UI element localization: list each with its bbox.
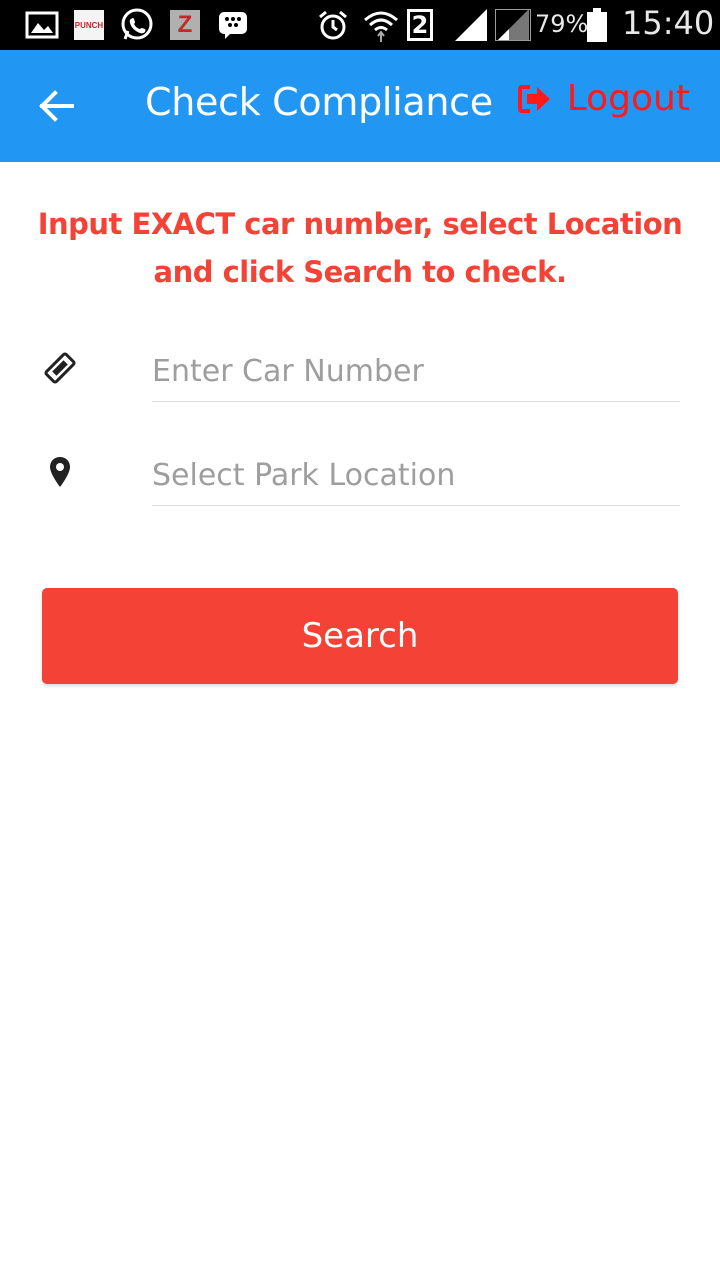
- battery-percent: 79%: [535, 10, 589, 38]
- punch-app-icon: PUNCH: [73, 9, 105, 41]
- gallery-icon: [24, 9, 60, 41]
- alarm-icon: [316, 9, 350, 41]
- ticket-icon: [40, 348, 80, 388]
- z-app-icon: Z: [169, 9, 201, 41]
- sim2-icon: 2: [406, 9, 434, 41]
- signal-icon: [452, 9, 490, 41]
- instruction-text: Input EXACT car number, select Location …: [37, 207, 683, 289]
- logout-label: Logout: [566, 78, 690, 119]
- page-title: Check Compliance: [145, 80, 493, 124]
- car-number-row: [0, 342, 720, 432]
- logout-button[interactable]: Logout: [517, 78, 690, 119]
- status-bar: PUNCH Z 2 79% 15:40: [0, 0, 720, 50]
- park-location-row: [0, 446, 720, 536]
- bbm-icon: [215, 9, 251, 41]
- clock: 15:40: [622, 4, 715, 42]
- park-location-input[interactable]: [152, 446, 680, 506]
- whatsapp-icon: [118, 8, 156, 41]
- arrow-left-icon: [39, 90, 74, 122]
- sign-out-icon: [517, 84, 550, 113]
- wifi-icon: [361, 9, 401, 42]
- signal-icon: [494, 9, 532, 41]
- map-marker-icon: [40, 452, 80, 492]
- app-bar: Check Compliance Logout: [0, 50, 720, 162]
- back-button[interactable]: [26, 76, 86, 136]
- search-button[interactable]: Search: [42, 588, 678, 684]
- battery-icon: [585, 8, 609, 42]
- car-number-input[interactable]: [152, 342, 680, 402]
